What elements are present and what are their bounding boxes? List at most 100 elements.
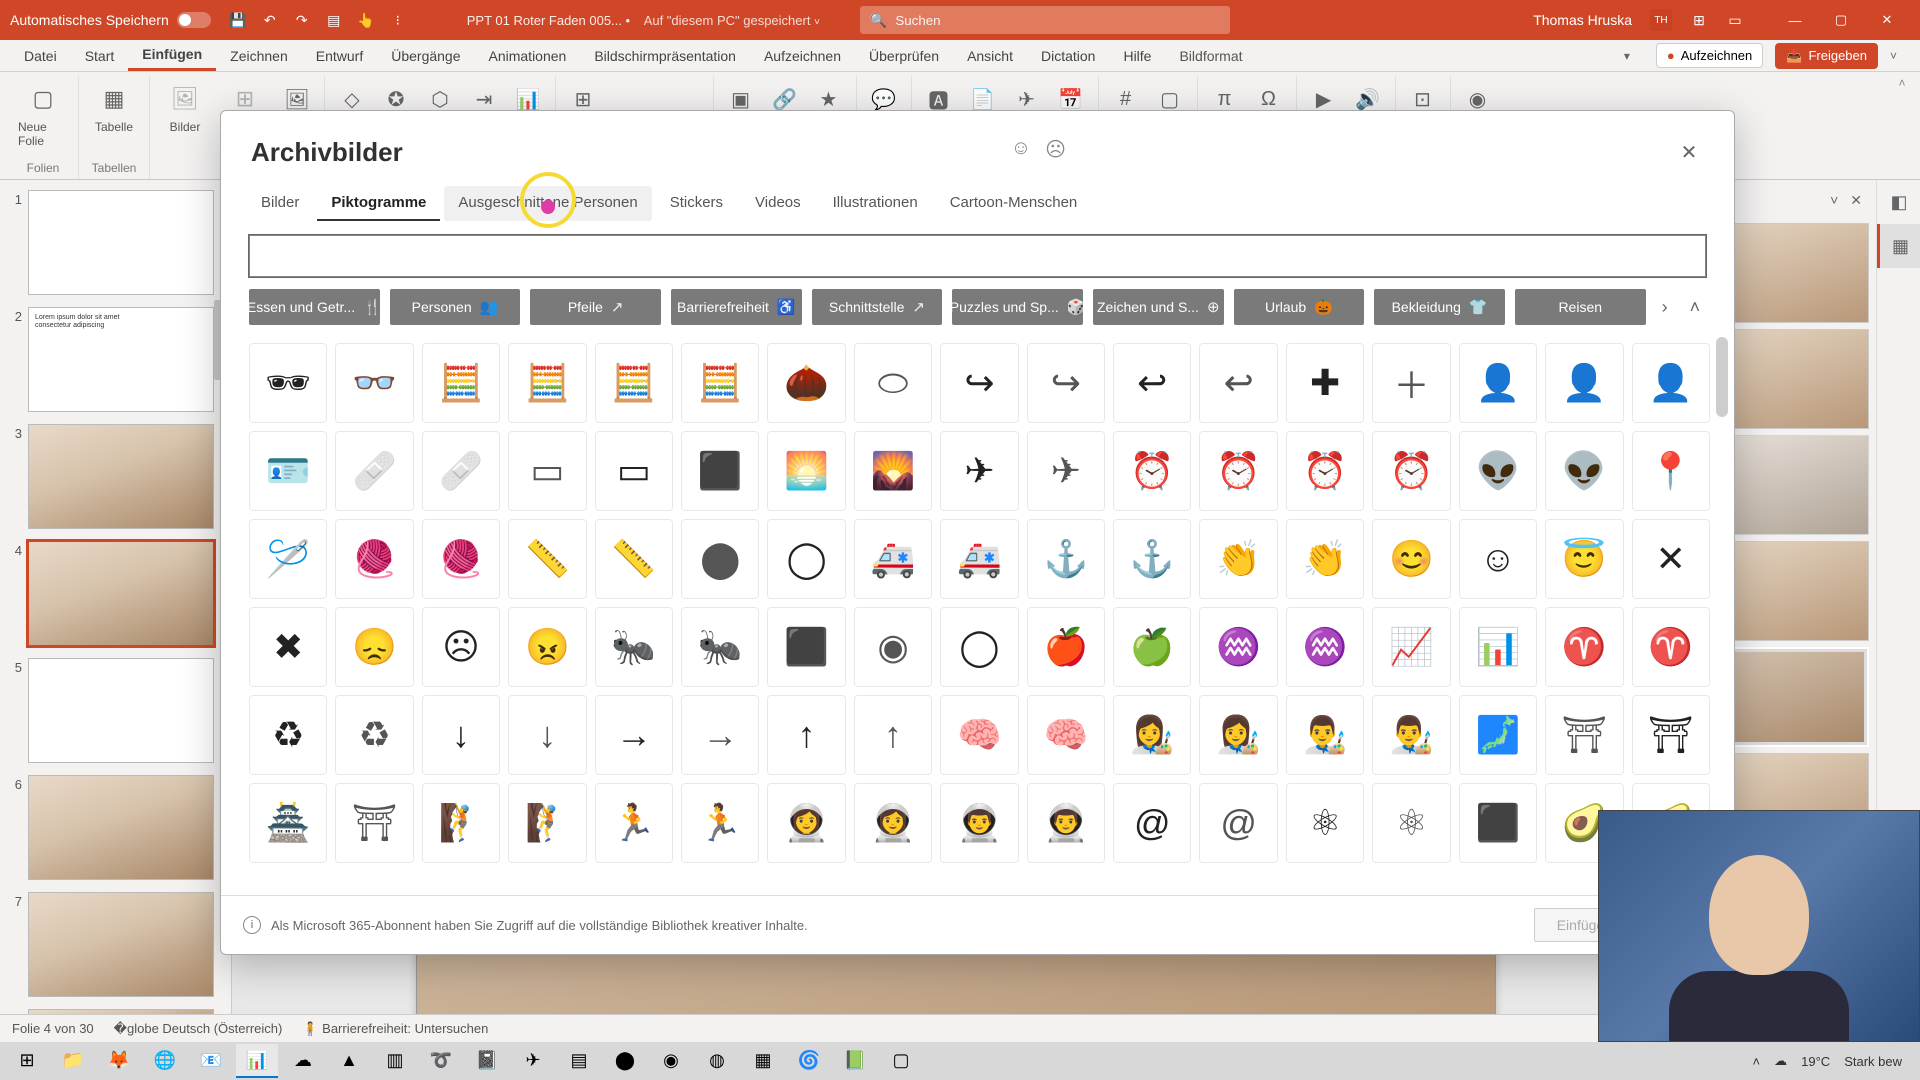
dtab-videos[interactable]: Videos bbox=[741, 186, 815, 221]
slide-counter[interactable]: Folie 4 von 30 bbox=[12, 1021, 94, 1036]
icon-arrow-right[interactable]: → bbox=[595, 695, 673, 775]
icon-yarn[interactable]: 🧶 bbox=[335, 519, 413, 599]
icon-recycle-out[interactable]: ♻ bbox=[335, 695, 413, 775]
icon-abacus-2[interactable]: 🧮 bbox=[508, 343, 586, 423]
dtab-cartoon[interactable]: Cartoon-Menschen bbox=[936, 186, 1092, 221]
tab-zeichnen[interactable]: Zeichnen bbox=[216, 42, 302, 70]
icon-applause-out[interactable]: 👏 bbox=[1286, 519, 1364, 599]
pane-close-icon[interactable]: ✕ bbox=[1850, 192, 1862, 209]
accessibility-check[interactable]: 🧍 Barrierefreiheit: Untersuchen bbox=[302, 1021, 488, 1037]
edge-icon[interactable]: 🌀 bbox=[788, 1044, 830, 1078]
icon-ambulance[interactable]: 🚑 bbox=[854, 519, 932, 599]
icon-australia[interactable]: ⬛ bbox=[1459, 783, 1537, 863]
slide-thumb-4[interactable]: 4 bbox=[6, 541, 225, 646]
icon-artist-m[interactable]: 👨‍🎨 bbox=[1286, 695, 1364, 775]
icon-plus-thin[interactable]: ＋ bbox=[1372, 343, 1450, 423]
dtab-stickers[interactable]: Stickers bbox=[656, 186, 737, 221]
icon-sad-outline[interactable]: ☹ bbox=[422, 607, 500, 687]
icon-climber-out[interactable]: 🧗 bbox=[508, 783, 586, 863]
icon-astronaut-m-out[interactable]: 👨‍🚀 bbox=[1027, 783, 1105, 863]
chip-urlaub[interactable]: Urlaub🎃 bbox=[1234, 289, 1365, 325]
icon-climber[interactable]: 🧗 bbox=[422, 783, 500, 863]
icon-acorn-outline[interactable]: ⬭ bbox=[854, 343, 932, 423]
icon-acorn[interactable]: 🌰 bbox=[767, 343, 845, 423]
icon-needle-thread[interactable]: 🪡 bbox=[249, 519, 327, 599]
grid-scrollbar-thumb[interactable] bbox=[1716, 337, 1728, 417]
icon-airplane-outline[interactable]: ✈ bbox=[1027, 431, 1105, 511]
chip-essen[interactable]: Essen und Getr...🍴 bbox=[249, 289, 380, 325]
icon-grid[interactable]: 🕶👓🧮🧮🧮🧮🌰⬭↪↪↩↩✚＋👤👤👤🪪🩹🩹▭▭⬛🌅🌄✈✈⏰⏰⏰⏰👽👽📍🪡🧶🧶📏📏⬤… bbox=[221, 337, 1734, 895]
side-tool-designer-icon[interactable]: ▦ bbox=[1877, 224, 1920, 268]
chip-personen[interactable]: Personen👥 bbox=[390, 289, 521, 325]
weather-temp[interactable]: 19°C bbox=[1801, 1054, 1830, 1069]
icon-chart-up[interactable]: 📈 bbox=[1372, 607, 1450, 687]
icon-smile-halo[interactable]: 😇 bbox=[1545, 519, 1623, 599]
excel-icon[interactable]: 📗 bbox=[834, 1044, 876, 1078]
firefox-icon[interactable]: 🦊 bbox=[98, 1044, 140, 1078]
app-icon-4[interactable]: ▤ bbox=[558, 1044, 600, 1078]
icon-glasses-3d[interactable]: 🕶 bbox=[249, 343, 327, 423]
app-icon-1[interactable]: ☁ bbox=[282, 1044, 324, 1078]
icon-astronaut-f-out[interactable]: 👩‍🚀 bbox=[854, 783, 932, 863]
icon-abacus-1[interactable]: 🧮 bbox=[422, 343, 500, 423]
chip-pfeile[interactable]: Pfeile↗ bbox=[530, 289, 661, 325]
start-button[interactable]: ⊞ bbox=[6, 1044, 48, 1078]
weather-desc[interactable]: Stark bew bbox=[1844, 1054, 1902, 1069]
from-beginning-icon[interactable]: ▤ bbox=[325, 11, 343, 29]
table-button[interactable]: ▦ Tabelle bbox=[89, 82, 139, 134]
icon-arrow-curve-r2[interactable]: ↪ bbox=[1027, 343, 1105, 423]
icon-airplane[interactable]: ✈ bbox=[940, 431, 1018, 511]
icon-sad-face[interactable]: 😞 bbox=[335, 607, 413, 687]
icon-alarm-outline[interactable]: ⏰ bbox=[1199, 431, 1277, 511]
ribbon-collapse-icon[interactable]: ˄ bbox=[1892, 76, 1912, 179]
icon-pagoda[interactable]: ⛩ bbox=[1545, 695, 1623, 775]
tab-bildformat[interactable]: Bildformat bbox=[1165, 42, 1256, 70]
feedback-frown-icon[interactable]: ☹ bbox=[1045, 137, 1066, 162]
icon-contact-card-2[interactable]: 👤 bbox=[1545, 343, 1623, 423]
icon-yarn-outline[interactable]: 🧶 bbox=[422, 519, 500, 599]
user-name[interactable]: Thomas Hruska bbox=[1533, 12, 1632, 28]
obs-icon[interactable]: ⬤ bbox=[604, 1044, 646, 1078]
dtab-piktogramme[interactable]: Piktogramme bbox=[317, 186, 440, 221]
outlook-icon[interactable]: 📧 bbox=[190, 1044, 232, 1078]
icon-arrow-curve-l[interactable]: ↩ bbox=[1113, 343, 1191, 423]
telegram-icon[interactable]: ✈ bbox=[512, 1044, 554, 1078]
icon-alarm-bells[interactable]: ⏰ bbox=[1286, 431, 1364, 511]
icon-contact-card[interactable]: 👤 bbox=[1459, 343, 1537, 423]
icon-arrow-curve-r[interactable]: ↪ bbox=[940, 343, 1018, 423]
record-button[interactable]: Aufzeichnen bbox=[1656, 43, 1763, 68]
tab-dictation[interactable]: Dictation bbox=[1027, 42, 1109, 70]
document-title[interactable]: PPT 01 Roter Faden 005... • Auf "diesem … bbox=[467, 13, 820, 28]
icon-aperture-out[interactable]: ◯ bbox=[940, 607, 1018, 687]
icon-abacus-4[interactable]: 🧮 bbox=[681, 343, 759, 423]
user-avatar[interactable]: TH bbox=[1650, 9, 1672, 31]
chip-bekleidung[interactable]: Bekleidung👕 bbox=[1374, 289, 1505, 325]
icon-arrow-down[interactable]: ↓ bbox=[422, 695, 500, 775]
powerpoint-icon[interactable]: 📊 bbox=[236, 1044, 278, 1078]
collapse-ribbon-icon[interactable]: ▾ bbox=[1624, 49, 1644, 63]
icon-pagoda-2[interactable]: 🏯 bbox=[249, 783, 327, 863]
icon-astronaut-m[interactable]: 👨‍🚀 bbox=[940, 783, 1018, 863]
dtab-bilder[interactable]: Bilder bbox=[247, 186, 313, 221]
icon-bandage[interactable]: 🩹 bbox=[335, 431, 413, 511]
icon-plus-bold[interactable]: ✚ bbox=[1286, 343, 1364, 423]
icon-farm-sun[interactable]: 🌅 bbox=[767, 431, 845, 511]
icon-aries[interactable]: ♈ bbox=[1545, 607, 1623, 687]
icon-chart-outline[interactable]: 📊 bbox=[1459, 607, 1537, 687]
app-icon-5[interactable]: ◉ bbox=[650, 1044, 692, 1078]
icon-at-outline[interactable]: @ bbox=[1199, 783, 1277, 863]
icon-antarctica[interactable]: ⬛ bbox=[767, 607, 845, 687]
icon-alien[interactable]: 👽 bbox=[1459, 431, 1537, 511]
icon-recycle[interactable]: ♻ bbox=[249, 695, 327, 775]
chrome-icon[interactable]: 🌐 bbox=[144, 1044, 186, 1078]
dtab-ausgeschnittene[interactable]: Ausgeschnittene Personen bbox=[444, 186, 651, 221]
icon-smile-outline[interactable]: ☺ bbox=[1459, 519, 1537, 599]
icon-brain-head[interactable]: 🧠 bbox=[940, 695, 1018, 775]
dtab-illustrationen[interactable]: Illustrationen bbox=[819, 186, 932, 221]
icon-apple[interactable]: 🍎 bbox=[1027, 607, 1105, 687]
chip-schnittstelle[interactable]: Schnittstelle↗ bbox=[812, 289, 943, 325]
icon-aquarius-out[interactable]: ♒ bbox=[1286, 607, 1364, 687]
tab-hilfe[interactable]: Hilfe bbox=[1109, 42, 1165, 70]
app-icon-6[interactable]: ◍ bbox=[696, 1044, 738, 1078]
icon-at-sign[interactable]: @ bbox=[1113, 783, 1191, 863]
